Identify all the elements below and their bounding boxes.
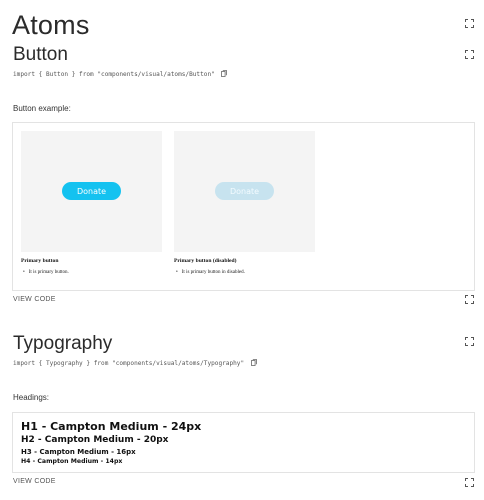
heading-h2-sample: H2 - Campton Medium - 20px: [21, 435, 169, 445]
expand-icon[interactable]: [465, 478, 474, 487]
card-description: It is primary button.: [23, 270, 69, 275]
button-import-code: import { Button } from "components/visua…: [13, 71, 215, 78]
expand-icon[interactable]: [465, 50, 474, 59]
typography-section-title: Typography: [13, 333, 113, 354]
view-code-button[interactable]: VIEW CODE: [13, 478, 56, 485]
typography-example-label: Headings:: [13, 393, 50, 402]
card-name: Primary button (disabled): [174, 258, 237, 264]
heading-h1-sample: H1 - Campton Medium - 24px: [21, 420, 202, 433]
button-preview-disabled: Donate: [174, 131, 315, 252]
expand-icon[interactable]: [465, 295, 474, 304]
view-code-button[interactable]: VIEW CODE: [13, 296, 56, 303]
card-description: It is primary button in disabled.: [176, 270, 245, 275]
card-name: Primary button: [21, 258, 59, 264]
page-title: Atoms: [12, 10, 90, 40]
donate-button-disabled: Donate: [215, 182, 274, 200]
donate-button[interactable]: Donate: [62, 182, 121, 200]
button-section-title: Button: [13, 44, 68, 65]
typography-import-line: import { Typography } from "components/v…: [13, 359, 257, 368]
copy-icon[interactable]: [221, 70, 228, 79]
expand-icon[interactable]: [465, 19, 474, 28]
typography-example-box: H1 - Campton Medium - 24px H2 - Campton …: [12, 412, 475, 473]
expand-icon[interactable]: [465, 337, 474, 346]
button-import-line: import { Button } from "components/visua…: [13, 70, 228, 79]
button-example-label: Button example:: [13, 104, 71, 113]
heading-h4-sample: H4 - Campton Medium - 14px: [21, 458, 123, 465]
button-example-box: Donate Primary button It is primary butt…: [12, 122, 475, 291]
heading-h3-sample: H3 - Campton Medium - 16px: [21, 448, 136, 456]
copy-icon[interactable]: [250, 359, 257, 368]
typography-import-code: import { Typography } from "components/v…: [13, 360, 245, 367]
button-preview: Donate: [21, 131, 162, 252]
